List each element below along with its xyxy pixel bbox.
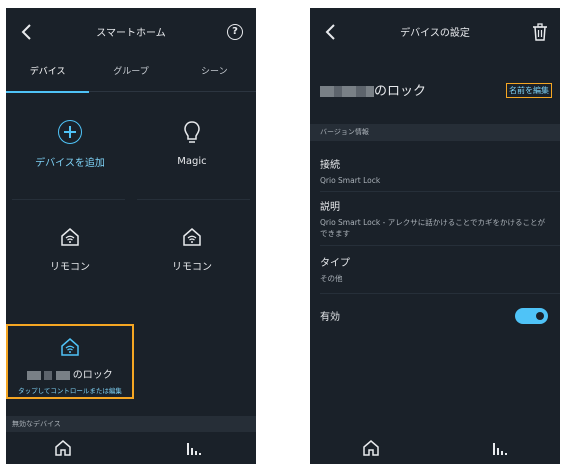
home-icon[interactable] xyxy=(54,439,72,457)
device-label-remote: リモコン xyxy=(172,262,212,273)
connection-title: 接続 xyxy=(320,160,340,171)
divider xyxy=(320,191,560,192)
device-label-remote: リモコン xyxy=(50,262,90,273)
tab-bar: デバイス グループ シーン xyxy=(6,56,256,93)
bottom-nav xyxy=(6,432,256,464)
redacted-text xyxy=(27,370,42,380)
smart-home-icon xyxy=(61,338,79,356)
redacted-text xyxy=(356,86,366,97)
divider xyxy=(320,245,560,246)
inactive-devices-header: 無効なデバイス xyxy=(6,416,256,432)
description-title: 説明 xyxy=(320,202,340,213)
tab-groups[interactable]: グループ xyxy=(89,56,172,92)
stats-icon[interactable] xyxy=(186,440,202,456)
enabled-toggle[interactable] xyxy=(515,308,548,324)
device-tile-magic[interactable]: Magic xyxy=(132,120,252,167)
device-name-label: のロック xyxy=(374,84,427,99)
redacted-text xyxy=(55,370,70,380)
light-bulb-icon xyxy=(184,121,200,143)
divider xyxy=(12,199,125,200)
toggle-knob xyxy=(536,312,544,320)
tab-scenes[interactable]: シーン xyxy=(173,56,256,92)
trash-icon[interactable] xyxy=(532,23,548,41)
redacted-text xyxy=(342,86,356,97)
redacted-text xyxy=(366,86,374,97)
setting-connection: 接続 Qrio Smart Lock xyxy=(320,156,552,186)
description-value: Qrio Smart Lock - アレクサに話かけることでカギをかけることがで… xyxy=(320,218,545,238)
top-bar: デバイスの設定 xyxy=(310,8,560,56)
help-icon[interactable]: ? xyxy=(227,24,243,40)
setting-description: 説明 Qrio Smart Lock - アレクサに話かけることでカギをかけるこ… xyxy=(320,198,552,239)
version-info-header: バージョン情報 xyxy=(310,124,560,141)
tab-devices[interactable]: デバイス xyxy=(6,56,90,93)
device-tile-remote-1[interactable]: リモコン xyxy=(10,226,130,273)
device-tile-lock[interactable]: のロック タップしてコントロールまたは編集 xyxy=(6,324,134,399)
plus-circle-icon xyxy=(58,120,82,144)
bottom-nav xyxy=(310,432,560,464)
device-tile-remote-2[interactable]: リモコン xyxy=(132,226,252,273)
divider xyxy=(137,199,250,200)
top-bar: スマートホーム ? xyxy=(6,8,256,56)
lock-name-label: のロック xyxy=(72,370,113,381)
redacted-text xyxy=(44,370,53,380)
lock-hint: タップしてコントロールまたは編集 xyxy=(18,387,122,395)
page-title: スマートホーム xyxy=(96,28,166,39)
device-settings-screen: デバイスの設定 のロック 名前を編集 バージョン情報 接続 Qrio Smart… xyxy=(310,8,560,464)
home-icon[interactable] xyxy=(362,439,380,457)
redacted-text xyxy=(320,86,334,97)
add-device-label: デバイスを追加 xyxy=(35,158,105,169)
smart-home-icon xyxy=(61,228,79,246)
smart-home-icon xyxy=(183,228,201,246)
page-title: デバイスの設定 xyxy=(400,28,470,39)
add-device-tile[interactable]: デバイスを追加 xyxy=(10,120,130,169)
connection-value: Qrio Smart Lock xyxy=(320,176,381,185)
redacted-text xyxy=(334,86,342,97)
setting-type: タイプ その他 xyxy=(320,254,552,284)
type-value: その他 xyxy=(320,274,343,283)
smart-home-screen: スマートホーム ? デバイス グループ シーン デバイスを追加 Magic リモ… xyxy=(6,8,256,464)
edit-name-button[interactable]: 名前を編集 xyxy=(506,83,552,98)
divider xyxy=(320,293,560,294)
stats-icon[interactable] xyxy=(492,440,508,456)
type-title: タイプ xyxy=(320,258,350,269)
lock-name: のロック xyxy=(8,366,132,381)
device-label-magic: Magic xyxy=(177,156,207,167)
device-name: のロック xyxy=(320,80,426,99)
